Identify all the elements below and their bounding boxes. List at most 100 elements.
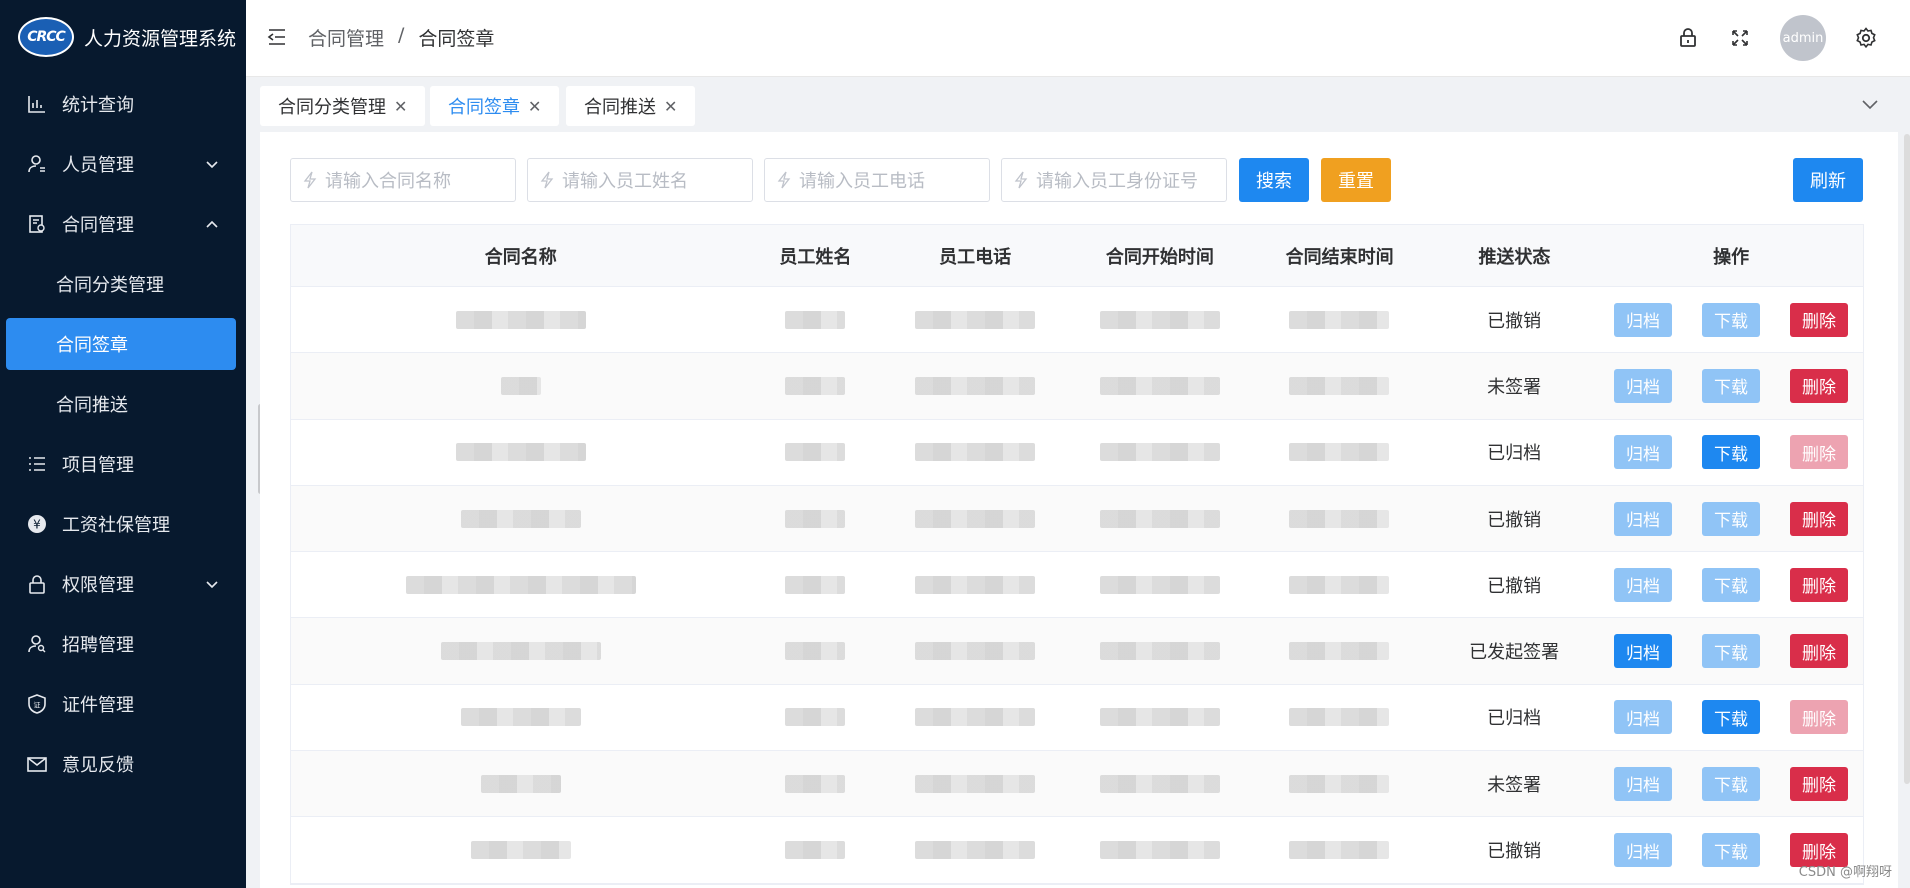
cell-employee-phone [880, 287, 1070, 352]
delete-button[interactable]: 删除 [1789, 634, 1848, 669]
cell-actions: 归档 下载 删除 [1599, 486, 1863, 551]
cell-employee-phone [880, 685, 1070, 750]
cell-start-time [1070, 420, 1250, 485]
breadcrumb-item-contract[interactable]: 合同管理 [308, 24, 384, 51]
sidebar-item-project[interactable]: 项目管理 [0, 434, 246, 494]
download-button[interactable]: 下载 [1701, 700, 1760, 735]
avatar[interactable]: admin [1780, 15, 1826, 61]
tab-contract-seal[interactable]: 合同签章 ✕ [430, 86, 560, 126]
redacted-text [1289, 310, 1390, 329]
gear-icon[interactable] [1854, 26, 1878, 50]
close-icon[interactable]: ✕ [394, 97, 407, 116]
archive-button[interactable]: 归档 [1613, 766, 1672, 801]
column-header: 合同开始时间 [1105, 246, 1214, 268]
cell-push-status: 已发起签署 [1469, 642, 1560, 664]
delete-button[interactable]: 删除 [1789, 700, 1848, 735]
delete-button[interactable]: 删除 [1789, 567, 1848, 602]
fullscreen-icon[interactable] [1728, 26, 1752, 50]
page-scrollbar[interactable] [1904, 134, 1910, 784]
sidebar-item-certificate[interactable]: 证 证件管理 [0, 674, 246, 734]
table-row: 已归档 归档 下载 删除 [291, 684, 1863, 752]
download-button[interactable]: 下载 [1701, 567, 1760, 602]
cell-employee-phone [880, 420, 1070, 485]
cell-employee-name [750, 817, 880, 882]
column-header: 员工电话 [939, 246, 1012, 268]
tabs-bar: 合同分类管理 ✕ 合同签章 ✕ 合同推送 ✕ [246, 78, 1910, 132]
table-row: 已发起签署 归档 下载 删除 [291, 618, 1863, 685]
cell-push-status: 未签署 [1487, 376, 1542, 398]
sidebar-item-contract-push[interactable]: 合同推送 [0, 374, 246, 434]
employee-id-input[interactable]: 请输入员工身份证号 [1001, 158, 1227, 202]
sidebar-item-label: 证件管理 [62, 695, 134, 716]
delete-button[interactable]: 删除 [1789, 501, 1848, 536]
archive-button[interactable]: 归档 [1613, 435, 1672, 470]
sidebar-item-permission[interactable]: 权限管理 [0, 554, 246, 614]
table-row: 已撤销 归档 下载 删除 [291, 552, 1863, 619]
lock-screen-icon[interactable] [1676, 26, 1700, 50]
cell-start-time [1070, 486, 1250, 551]
redacted-text [1099, 376, 1220, 395]
redacted-text [914, 376, 1035, 395]
column-header: 推送状态 [1478, 246, 1551, 268]
archive-button[interactable]: 归档 [1613, 634, 1672, 669]
sidebar-item-contract-seal[interactable]: 合同签章 [6, 318, 236, 370]
delete-button[interactable]: 删除 [1789, 302, 1848, 337]
table-row: 已撤销 归档 下载 删除 [291, 287, 1863, 354]
redacted-text [1289, 774, 1390, 793]
redacted-text [1289, 443, 1390, 462]
archive-button[interactable]: 归档 [1613, 302, 1672, 337]
column-header: 操作 [1713, 246, 1750, 268]
sidebar-item-statistics[interactable]: 统计查询 [0, 74, 246, 134]
bolt-icon [540, 171, 554, 189]
download-button[interactable]: 下载 [1701, 766, 1760, 801]
redacted-text [785, 443, 846, 462]
close-icon[interactable]: ✕ [664, 97, 677, 116]
contract-name-input[interactable]: 请输入合同名称 [290, 158, 516, 202]
refresh-button[interactable]: 刷新 [1793, 158, 1863, 202]
sidebar-item-recruit[interactable]: 招聘管理 [0, 614, 246, 674]
watermark: CSDN @啊翔呀 [1798, 865, 1892, 880]
archive-button[interactable]: 归档 [1613, 833, 1672, 868]
sidebar-item-label: 项目管理 [62, 455, 134, 476]
employee-phone-input[interactable]: 请输入员工电话 [764, 158, 990, 202]
delete-button[interactable]: 删除 [1789, 766, 1848, 801]
download-button[interactable]: 下载 [1701, 368, 1760, 403]
tab-contract-push[interactable]: 合同推送 ✕ [566, 86, 696, 126]
archive-button[interactable]: 归档 [1613, 368, 1672, 403]
chevron-down-icon[interactable] [1860, 94, 1880, 114]
search-button[interactable]: 搜索 [1239, 158, 1309, 202]
sidebar-item-personnel[interactable]: 人员管理 [0, 134, 246, 194]
delete-button[interactable]: 删除 [1789, 368, 1848, 403]
archive-button[interactable]: 归档 [1613, 567, 1672, 602]
redacted-text [1099, 774, 1220, 793]
archive-button[interactable]: 归档 [1613, 700, 1672, 735]
sidebar-item-contract-category[interactable]: 合同分类管理 [0, 254, 246, 314]
download-button[interactable]: 下载 [1701, 302, 1760, 337]
download-button[interactable]: 下载 [1701, 634, 1760, 669]
breadcrumb-item-current: 合同签章 [418, 28, 495, 50]
cell-employee-phone [880, 552, 1070, 617]
download-button[interactable]: 下载 [1701, 501, 1760, 536]
cell-contract-name [291, 353, 750, 418]
sidebar-item-salary[interactable]: ¥ 工资社保管理 [0, 494, 246, 554]
employee-name-input[interactable]: 请输入员工姓名 [527, 158, 753, 202]
reset-button[interactable]: 重置 [1321, 158, 1391, 202]
tab-contract-category[interactable]: 合同分类管理 ✕ [260, 86, 426, 126]
archive-button[interactable]: 归档 [1613, 501, 1672, 536]
redacted-text [785, 708, 846, 727]
close-icon[interactable]: ✕ [528, 97, 541, 116]
sidebar-item-contract[interactable]: 合同管理 [0, 194, 246, 254]
cell-start-time [1070, 552, 1250, 617]
table-row: 已撤销 归档 下载 删除 [291, 485, 1863, 553]
sidebar-item-feedback[interactable]: 意见反馈 [0, 734, 246, 794]
cell-actions: 归档 下载 删除 [1599, 420, 1863, 485]
download-button[interactable]: 下载 [1701, 435, 1760, 470]
cell-start-time [1070, 618, 1250, 683]
download-button[interactable]: 下载 [1701, 833, 1760, 868]
sidebar-item-label: 招聘管理 [62, 635, 134, 656]
redacted-text [480, 774, 561, 793]
user-icon [26, 153, 48, 175]
fold-menu-icon[interactable] [266, 26, 288, 48]
delete-button[interactable]: 删除 [1789, 435, 1848, 470]
bar-chart-icon [26, 93, 48, 115]
